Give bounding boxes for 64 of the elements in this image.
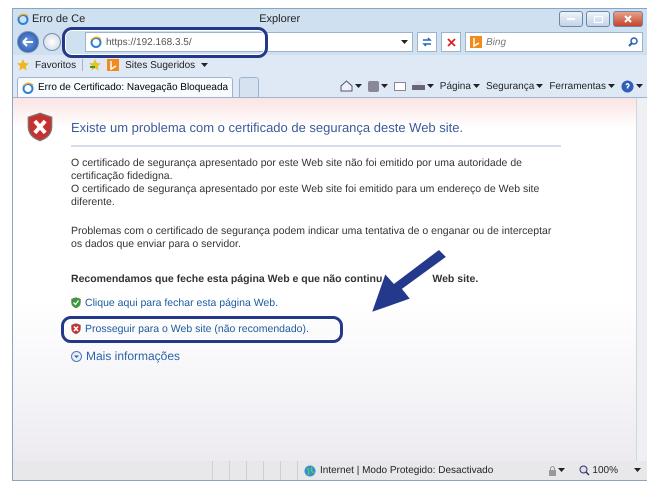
browser-logo-icon bbox=[90, 36, 102, 48]
caret-icon bbox=[558, 468, 566, 473]
command-menu[interactable]: Ferramentas bbox=[549, 80, 606, 92]
recommendation-text: Web site. bbox=[432, 273, 478, 285]
window-title: Explorer bbox=[259, 13, 300, 25]
warning-paragraph: Problemas com o certificado de segurança podem indicar uma tentativa de o enganar ou de interceptar os dados que enviar para o servidor. bbox=[71, 225, 552, 251]
refresh-button[interactable] bbox=[417, 32, 437, 52]
globe-icon bbox=[304, 464, 316, 476]
caret-icon bbox=[608, 84, 615, 88]
maximize-button[interactable] bbox=[586, 11, 610, 27]
search-icon bbox=[628, 37, 638, 47]
close-icon bbox=[624, 15, 632, 23]
expand-icon bbox=[71, 350, 82, 362]
more-info-link[interactable]: Mais informações bbox=[86, 349, 180, 363]
star-icon bbox=[17, 59, 29, 71]
add-favorite-icon bbox=[89, 59, 102, 71]
close-button[interactable] bbox=[613, 11, 643, 27]
refresh-icon bbox=[421, 37, 433, 47]
warning-paragraph: O certificado de segurança apresentado por este Web site não foi emitido por uma autoridade de certificação fidedigna. O certificado de segurança apresentado por este Web site foi emitido para um endereço de Web site diferente. bbox=[71, 157, 540, 209]
caret-icon bbox=[636, 84, 643, 88]
browser-logo-icon bbox=[22, 82, 34, 94]
favorites-button[interactable]: Favoritos bbox=[35, 60, 76, 70]
suggested-sites-button[interactable]: Sites Sugeridos bbox=[125, 60, 196, 70]
shield-icon bbox=[71, 297, 81, 309]
back-arrow-icon bbox=[22, 37, 34, 47]
caret-icon bbox=[380, 84, 388, 88]
caret-icon bbox=[426, 84, 434, 88]
minimize-button[interactable] bbox=[559, 11, 583, 27]
close-icon bbox=[446, 38, 456, 46]
command-menu[interactable]: Página bbox=[440, 80, 471, 92]
browser-logo-icon bbox=[17, 13, 29, 25]
caret-icon bbox=[634, 468, 641, 473]
continue-link[interactable]: Prosseguir para o Web site (não recomendado). bbox=[85, 323, 309, 335]
maximize-icon bbox=[594, 16, 602, 22]
scrollbar[interactable] bbox=[636, 98, 647, 461]
url-text: https://192.168.3.5/ bbox=[106, 36, 192, 48]
zoom-level[interactable]: 100% bbox=[592, 465, 618, 476]
search-engine-logo-icon bbox=[470, 36, 482, 48]
lock-icon bbox=[547, 465, 558, 476]
security-zone-text: Internet | Modo Protegido: Desactivado bbox=[320, 465, 494, 476]
forward-button[interactable] bbox=[43, 33, 61, 51]
browser-tab[interactable]: Erro de Certificado: Navegação Bloqueada bbox=[17, 77, 234, 97]
caret-icon bbox=[354, 84, 362, 88]
search-field[interactable]: Bing bbox=[465, 32, 643, 52]
suggested-sites-icon bbox=[107, 59, 120, 71]
help-icon bbox=[621, 80, 634, 92]
caret-icon bbox=[536, 84, 544, 88]
window-title: Erro de Ce bbox=[32, 13, 86, 25]
caret-icon bbox=[472, 84, 480, 88]
address-field[interactable]: https://192.168.3.5/ bbox=[85, 32, 413, 52]
recommendation-text: Recomendamos que feche esta página Web e que não continu bbox=[71, 273, 382, 285]
shield-icon bbox=[27, 112, 53, 142]
zoom-icon bbox=[579, 465, 590, 476]
close-page-link[interactable]: Clique aqui para fechar esta página Web. bbox=[85, 297, 278, 309]
printer-icon bbox=[412, 80, 425, 92]
stop-button[interactable] bbox=[441, 32, 461, 52]
caret-icon bbox=[401, 40, 408, 44]
error-heading: Existe um problema com o certificado de segurança deste Web site. bbox=[71, 112, 561, 147]
command-menu[interactable]: Segurança bbox=[486, 80, 534, 92]
shield-icon bbox=[71, 323, 81, 335]
caret-icon bbox=[201, 62, 208, 68]
back-button[interactable] bbox=[17, 31, 39, 53]
search-placeholder: Bing bbox=[486, 36, 506, 48]
home-icon bbox=[340, 80, 353, 92]
